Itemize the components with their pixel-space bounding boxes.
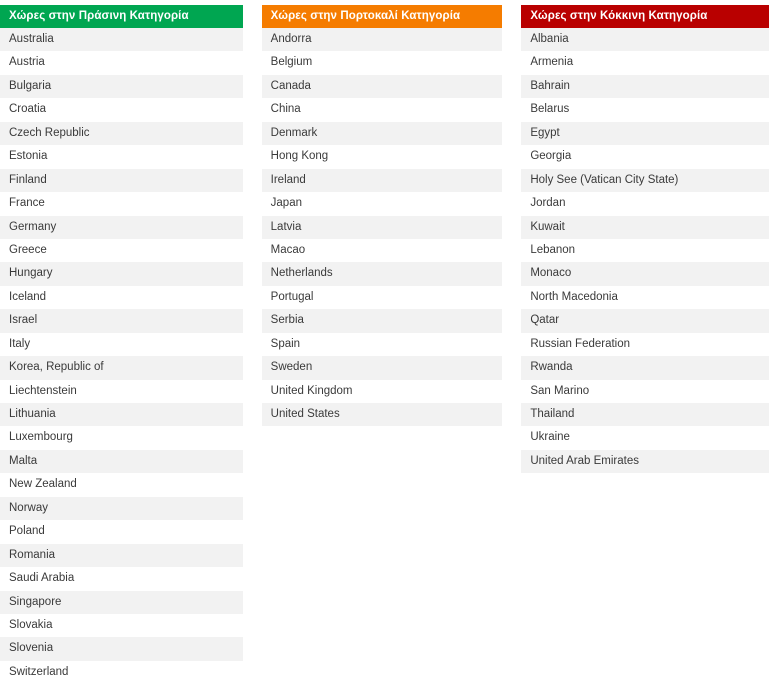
list-item: Denmark [261, 121, 503, 146]
list-item: New Zealand [0, 473, 243, 497]
list-item: Macao [261, 238, 503, 263]
list-item: Slovenia [0, 637, 243, 661]
list-item: Egypt [521, 121, 769, 146]
country-list-red: Albania Armenia Bahrain Belarus Egypt Georgia… [521, 28, 769, 474]
list-item: Albania [521, 28, 769, 52]
list-item: Netherlands [261, 262, 503, 286]
list-item: Iceland [0, 285, 243, 310]
list-item: Georgia [521, 145, 769, 169]
list-item: Portugal [261, 285, 503, 310]
list-item: Malta [0, 449, 243, 474]
list-item: Ukraine [521, 426, 769, 450]
list-item: Finland [0, 168, 243, 193]
list-item: Switzerland [0, 660, 243, 685]
list-item: Saudi Arabia [0, 567, 243, 591]
list-item: Thailand [521, 403, 769, 427]
column-header-orange: Χώρες στην Πορτοκαλί Κατηγορία [261, 5, 503, 28]
list-item: Bahrain [521, 74, 769, 99]
column-orange-category: Χώρες στην Πορτοκαλί Κατηγορία Andorra Be… [261, 5, 503, 427]
list-item: Jordan [521, 192, 769, 216]
list-item: Hungary [0, 262, 243, 286]
list-item: Singapore [0, 590, 243, 614]
list-item: United Arab Emirates [521, 449, 769, 474]
list-item: Monaco [521, 262, 769, 286]
list-item: Korea, Republic of [0, 356, 243, 380]
list-item: Spain [261, 332, 503, 357]
list-item: Lithuania [0, 403, 243, 427]
list-item: Ireland [261, 168, 503, 193]
list-item: Armenia [521, 51, 769, 75]
list-item: United Kingdom [261, 379, 503, 403]
list-item: Bulgaria [0, 74, 243, 99]
list-item: France [0, 192, 243, 216]
list-item: Latvia [261, 215, 503, 239]
list-item: Slovakia [0, 613, 243, 638]
list-item: Andorra [261, 28, 503, 52]
list-item: China [261, 98, 503, 122]
country-category-board: Χώρες στην Πράσινη Κατηγορία Australia Au… [0, 0, 769, 687]
list-item: Holy See (Vatican City State) [521, 168, 769, 193]
list-item: Estonia [0, 145, 243, 169]
list-item: Qatar [521, 309, 769, 333]
list-item: Lebanon [521, 238, 769, 263]
list-item: Kuwait [521, 215, 769, 239]
list-item: Luxembourg [0, 426, 243, 450]
list-item: Czech Republic [0, 121, 243, 146]
list-item: Norway [0, 496, 243, 521]
list-item: Serbia [261, 309, 503, 333]
list-item: Australia [0, 28, 243, 52]
list-item: Liechtenstein [0, 379, 243, 403]
list-item: Japan [261, 192, 503, 216]
list-item: Austria [0, 51, 243, 75]
list-item: Romania [0, 543, 243, 568]
list-item: Poland [0, 520, 243, 544]
list-item: Sweden [261, 356, 503, 380]
list-item: Israel [0, 309, 243, 333]
list-item: Germany [0, 215, 243, 239]
list-item: Canada [261, 74, 503, 99]
list-item: Hong Kong [261, 145, 503, 169]
list-item: Italy [0, 332, 243, 357]
list-item: United States [261, 403, 503, 427]
column-header-red: Χώρες στην Κόκκινη Κατηγορία [521, 5, 769, 28]
list-item: Belgium [261, 51, 503, 75]
list-item: Croatia [0, 98, 243, 122]
list-item: Belarus [521, 98, 769, 122]
list-item: North Macedonia [521, 285, 769, 310]
column-red-category: Χώρες στην Κόκκινη Κατηγορία Albania Arme… [521, 5, 769, 474]
column-header-green: Χώρες στην Πράσινη Κατηγορία [0, 5, 243, 28]
list-item: San Marino [521, 379, 769, 403]
list-item: Russian Federation [521, 332, 769, 357]
list-item: Rwanda [521, 356, 769, 380]
list-item: Greece [0, 238, 243, 263]
country-list-orange: Andorra Belgium Canada China Denmark Hong Kon… [261, 28, 503, 427]
column-green-category: Χώρες στην Πράσινη Κατηγορία Australia Au… [0, 5, 243, 685]
country-list-green: Australia Austria Bulgaria Croatia Czech Rep… [0, 28, 243, 685]
